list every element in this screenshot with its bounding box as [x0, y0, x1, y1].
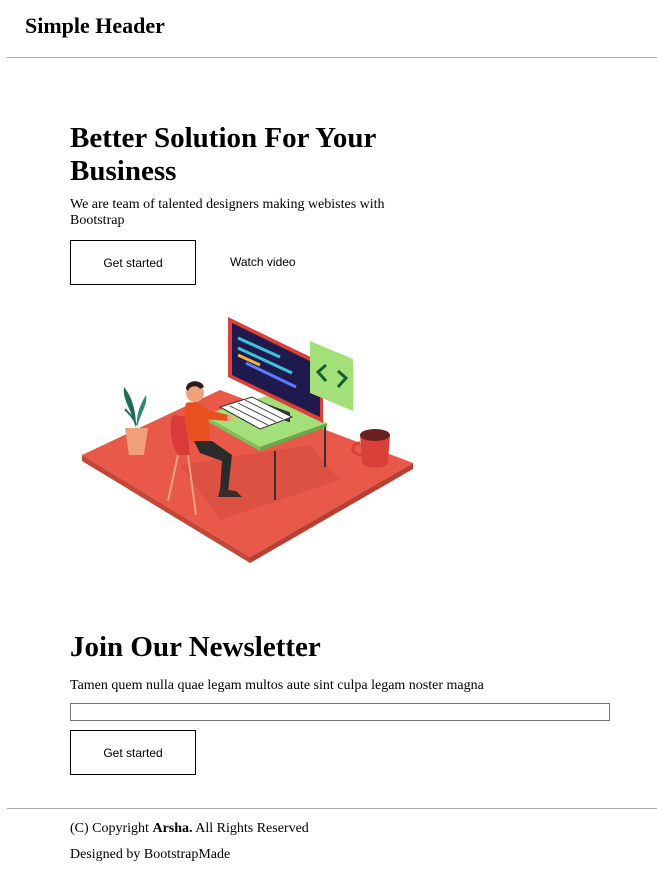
newsletter-title: Join Our Newsletter — [70, 631, 321, 663]
get-started-button[interactable]: Get started — [70, 240, 196, 285]
watch-video-link[interactable]: Watch video — [230, 254, 296, 270]
hero-title: Better Solution For Your Business — [70, 122, 376, 187]
newsletter-get-started-button[interactable]: Get started — [70, 730, 196, 775]
brand-name: Arsha. — [152, 821, 193, 836]
site-header: Simple Header — [7, 0, 657, 58]
copyright-suffix: All Rights Reserved — [195, 821, 309, 836]
hero-illustration — [82, 317, 413, 563]
newsletter-email-input[interactable] — [70, 703, 610, 721]
copyright-text: (C) Copyright Arsha. All Rights Reserved — [70, 821, 309, 837]
hero-subtitle: We are team of talented designers making… — [70, 197, 385, 228]
newsletter-text: Tamen quem nulla quae legam multos aute … — [70, 678, 484, 693]
copyright-prefix: (C) Copyright — [70, 821, 149, 836]
footer-divider — [7, 808, 657, 809]
designed-by-text: Designed by BootstrapMade — [70, 847, 231, 862]
header-title: Simple Header — [25, 13, 165, 38]
